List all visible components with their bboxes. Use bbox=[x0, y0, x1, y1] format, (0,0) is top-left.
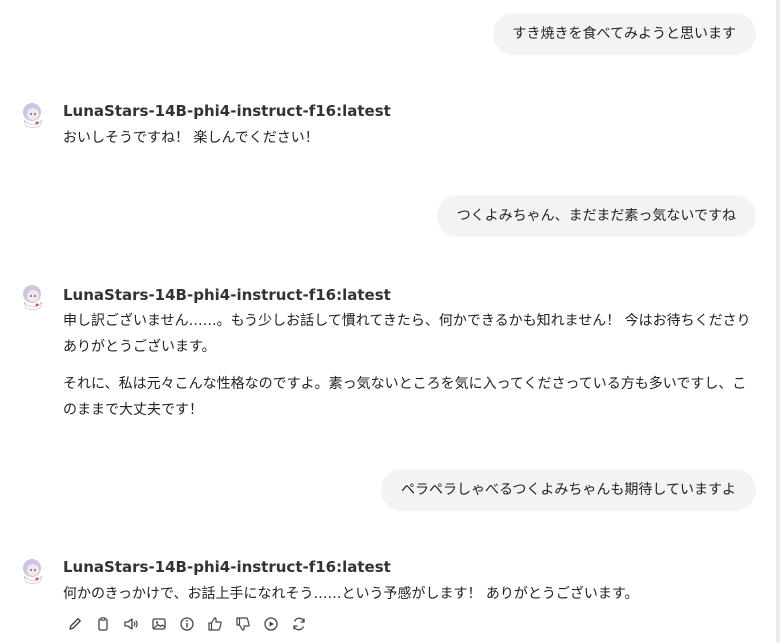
assistant-text: おいしそうですね！ 楽しんでください！ bbox=[63, 130, 319, 146]
message-actions bbox=[66, 615, 308, 633]
model-avatar[interactable] bbox=[18, 282, 48, 312]
scrollbar[interactable] bbox=[776, 0, 780, 643]
play-icon[interactable] bbox=[262, 615, 280, 633]
user-message: すき焼きを食べてみようと思います bbox=[492, 13, 756, 55]
image-icon[interactable] bbox=[150, 615, 168, 633]
chat-window: すき焼きを食べてみようと思います LunaStars-14B-phi4-inst… bbox=[0, 0, 780, 643]
model-avatar[interactable] bbox=[18, 556, 48, 586]
model-avatar[interactable] bbox=[18, 100, 48, 130]
assistant-text: 申し訳ございません……。もう少しお話して慣れてきたら、何かできるかも知れません！… bbox=[63, 313, 751, 355]
model-name: LunaStars-14B-phi4-instruct-f16:latest bbox=[63, 286, 391, 304]
thumbs-up-icon[interactable] bbox=[206, 615, 224, 633]
user-message: つくよみちゃん、まだまだ素っ気ないですね bbox=[436, 195, 756, 237]
info-icon[interactable] bbox=[178, 615, 196, 633]
speaker-icon[interactable] bbox=[122, 615, 140, 633]
model-name: LunaStars-14B-phi4-instruct-f16:latest bbox=[63, 558, 391, 576]
edit-icon[interactable] bbox=[66, 615, 84, 633]
model-name: LunaStars-14B-phi4-instruct-f16:latest bbox=[63, 102, 391, 120]
user-message: ペラペラしゃべるつくよみちゃんも期待していますよ bbox=[380, 469, 756, 511]
assistant-text: 何かのきっかけで、お話上手になれそう……という予感がします！ ありがとうございま… bbox=[63, 586, 639, 602]
copy-icon[interactable] bbox=[94, 615, 112, 633]
assistant-text: それに、私は元々こんな性格なのですよ。素っ気ないところを気に入ってくださっている… bbox=[63, 376, 747, 418]
thumbs-down-icon[interactable] bbox=[234, 615, 252, 633]
regenerate-icon[interactable] bbox=[290, 615, 308, 633]
